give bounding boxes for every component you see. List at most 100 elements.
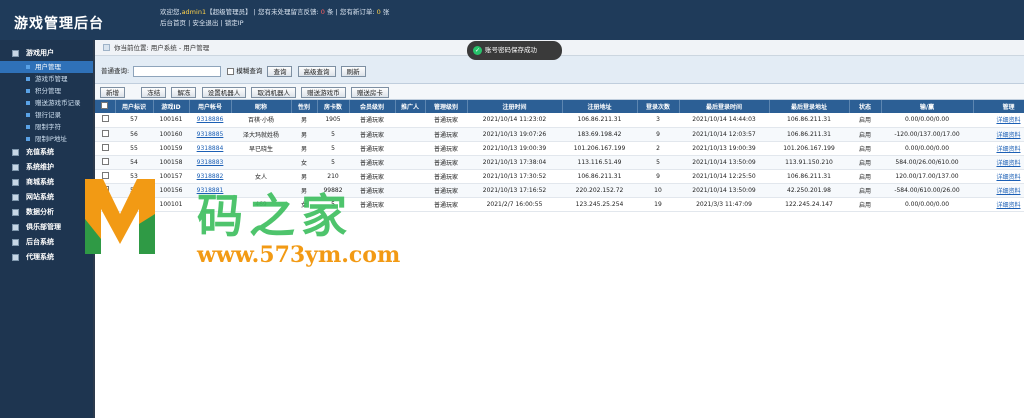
table-cell: 100158: [153, 155, 189, 170]
cell-value: 2021/10/14 12:03:57: [692, 130, 756, 138]
logout-link[interactable]: 安全退出: [192, 19, 218, 27]
cell-value: 54: [130, 158, 138, 166]
table-cell: [395, 169, 425, 184]
account-link[interactable]: 9318881: [197, 187, 224, 194]
table-cell: 9318885: [189, 127, 231, 142]
table-cell: 男: [291, 141, 317, 156]
account-link[interactable]: 9318884: [197, 145, 224, 152]
table-cell: 113.91.150.210: [769, 155, 849, 170]
table-cell: 106.86.211.31: [769, 169, 849, 184]
advanced-query-button[interactable]: 高级查询: [297, 65, 336, 77]
cell-value: 100159: [159, 144, 183, 152]
table-cell: 普通玩家: [425, 183, 467, 198]
column-header: 游戏ID: [153, 100, 190, 113]
table-cell: [231, 183, 291, 198]
details-link[interactable]: 详细资料: [996, 160, 1020, 167]
row-checkbox[interactable]: [101, 157, 109, 165]
table-cell: 123.245.25.254: [562, 197, 637, 212]
table-cell: 5: [317, 141, 349, 156]
sidebar-group-website[interactable]: 网站系统: [0, 190, 93, 205]
cell-value: 2021/10/14 13:50:09: [692, 186, 756, 194]
home-link[interactable]: 后台首页: [160, 19, 186, 27]
lock-ip-link[interactable]: 锁定IP: [225, 19, 244, 27]
row-checkbox[interactable]: [101, 143, 109, 151]
select-all-checkbox[interactable]: [101, 102, 109, 109]
refresh-button[interactable]: 刷新: [340, 65, 366, 77]
row-checkbox[interactable]: [101, 185, 109, 193]
details-link[interactable]: 详细资料: [996, 132, 1020, 139]
table-cell: 100156: [153, 183, 189, 198]
table-cell: 1: [115, 197, 153, 212]
cell-value: 5: [331, 200, 335, 208]
table-row: 54 100158 9318883 女 5 普通玩家 普通玩家 2021/10/13 17:3…: [95, 155, 1024, 170]
expand-icon: [12, 194, 19, 201]
table-cell: 详细资料: [973, 183, 1024, 198]
sidebar-group-analytics[interactable]: 数据分析: [0, 205, 93, 220]
cell-value: 普通玩家: [433, 159, 458, 167]
column-header: 管理: [973, 100, 1024, 113]
details-link[interactable]: 详细资料: [996, 174, 1020, 181]
sidebar-item-gift-records[interactable]: 赠送游戏币记录: [0, 97, 93, 109]
table-cell: -584.00/610.00/26.00: [881, 183, 973, 198]
column-header: 输/赢: [881, 100, 974, 113]
sidebar-group-mall[interactable]: 商城系统: [0, 175, 93, 190]
row-select-cell: [95, 169, 115, 184]
select-all-header[interactable]: [95, 100, 116, 113]
table-cell: 220.202.152.72: [562, 183, 637, 198]
cell-value: 2021/10/14 13:50:09: [692, 158, 756, 166]
cancel-robot-button[interactable]: 取消机器人: [251, 87, 296, 98]
welcome-text: 欢迎您,: [160, 8, 182, 16]
gift-card-button[interactable]: 赠送房卡: [350, 87, 389, 98]
gift-coins-button[interactable]: 赠送游戏币: [301, 87, 346, 98]
search-input[interactable]: [133, 65, 222, 77]
sidebar-item-user-management[interactable]: 用户管理: [0, 61, 93, 73]
table-row: 52 100156 9318881 男 99882 普通玩家 普通玩家 2021/10/13 …: [95, 183, 1024, 198]
table-cell: 2021/10/14 11:23:02: [467, 113, 562, 128]
row-checkbox[interactable]: [101, 171, 109, 179]
cell-value: 启用: [858, 117, 871, 125]
sidebar-group-recharge[interactable]: 充值系统: [0, 145, 93, 160]
account-link[interactable]: 9318886: [197, 116, 224, 123]
row-checkbox[interactable]: [101, 115, 109, 123]
unfreeze-button[interactable]: 解冻: [171, 87, 197, 98]
order-count[interactable]: 0: [377, 8, 381, 16]
details-link[interactable]: 详细资料: [996, 117, 1020, 124]
cell-value: 普通玩家: [359, 187, 384, 195]
account-link[interactable]: 9318883: [197, 159, 224, 166]
cell-value: 5: [656, 158, 660, 166]
set-robot-button[interactable]: 设置机器人: [201, 87, 247, 98]
sidebar-item-restricted-chars[interactable]: 限制字符: [0, 121, 93, 133]
details-link[interactable]: 详细资料: [996, 146, 1020, 153]
details-link[interactable]: 详细资料: [996, 188, 1020, 195]
account-link[interactable]: 9318882: [197, 173, 224, 180]
bullet-icon: [26, 77, 30, 81]
sidebar-item-bank-records[interactable]: 银行记录: [0, 109, 93, 121]
table-cell: 男: [291, 169, 317, 184]
cell-value: 183.69.198.42: [577, 130, 622, 138]
sidebar-item-coin-management[interactable]: 游戏币管理: [0, 73, 93, 85]
row-checkbox[interactable]: [101, 199, 109, 207]
sidebar-group-backend[interactable]: 后台系统: [0, 235, 93, 250]
cell-value: 启用: [858, 145, 871, 153]
table-cell: 9: [637, 169, 679, 184]
sidebar-group-game-users[interactable]: 游戏用户: [0, 46, 93, 61]
row-checkbox[interactable]: [101, 129, 109, 137]
message-count[interactable]: 0: [321, 8, 325, 16]
cell-value: 106.86.211.31: [787, 130, 831, 138]
sidebar-item-restricted-ip[interactable]: 限制IP地址: [0, 133, 93, 145]
sidebar-item-points[interactable]: 积分管理: [0, 85, 93, 97]
sidebar-group-club[interactable]: 俱乐部管理: [0, 220, 93, 235]
details-link[interactable]: 详细资料: [996, 202, 1020, 209]
freeze-button[interactable]: 冻结: [141, 87, 167, 98]
account-link[interactable]: 9318885: [197, 131, 224, 138]
sidebar-group-maintenance[interactable]: 系统维护: [0, 160, 93, 175]
query-button[interactable]: 查询: [267, 65, 293, 77]
cell-value: 普通玩家: [433, 187, 458, 195]
add-button[interactable]: 新增: [100, 87, 125, 98]
group-label: 网站系统: [26, 193, 54, 201]
sidebar-group-agent[interactable]: 代理系统: [0, 250, 93, 265]
fuzzy-checkbox[interactable]: [227, 67, 235, 75]
expand-icon: [12, 254, 19, 261]
table-cell: 2021/10/14 12:03:57: [679, 127, 769, 142]
table-cell: 9318886: [189, 113, 231, 128]
